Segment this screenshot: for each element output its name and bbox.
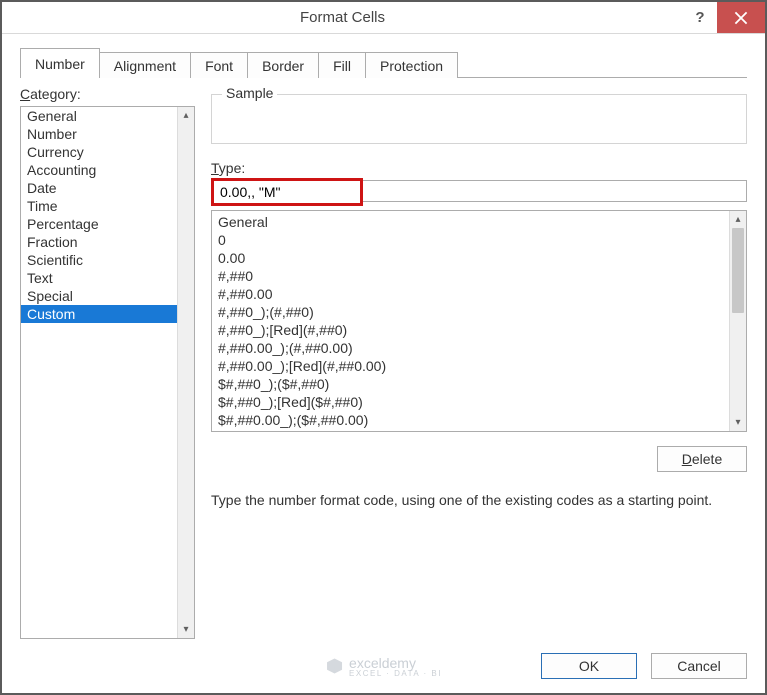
category-scrollbar[interactable]: ▴ ▾ bbox=[177, 107, 194, 638]
category-item-special[interactable]: Special bbox=[21, 287, 177, 305]
category-item-currency[interactable]: Currency bbox=[21, 143, 177, 161]
category-item-time[interactable]: Time bbox=[21, 197, 177, 215]
watermark: exceldemy EXCEL · DATA · BI bbox=[325, 655, 442, 678]
dialog-footer: exceldemy EXCEL · DATA · BI OK Cancel bbox=[2, 639, 765, 693]
format-code-item[interactable]: $#,##0_);[Red]($#,##0) bbox=[218, 393, 723, 411]
category-item-text[interactable]: Text bbox=[21, 269, 177, 287]
category-item-general[interactable]: General bbox=[21, 107, 177, 125]
sample-legend: Sample bbox=[222, 85, 277, 101]
tab-font[interactable]: Font bbox=[190, 52, 248, 78]
sample-value bbox=[212, 95, 746, 107]
window-title: Format Cells bbox=[2, 2, 683, 33]
tab-border[interactable]: Border bbox=[247, 52, 319, 78]
tab-strip: NumberAlignmentFontBorderFillProtection bbox=[20, 48, 747, 78]
format-code-listbox[interactable]: General00.00#,##0#,##0.00#,##0_);(#,##0)… bbox=[211, 210, 747, 432]
dialog-body: NumberAlignmentFontBorderFillProtection … bbox=[2, 34, 765, 639]
format-code-item[interactable]: $#,##0_);($#,##0) bbox=[218, 375, 723, 393]
type-label: Type: bbox=[211, 160, 747, 176]
scroll-up-icon[interactable]: ▴ bbox=[730, 211, 746, 228]
type-input-row bbox=[211, 177, 747, 206]
category-column: Category: GeneralNumberCurrencyAccountin… bbox=[20, 84, 195, 639]
scroll-down-icon[interactable]: ▾ bbox=[178, 621, 194, 638]
type-input-highlight bbox=[211, 178, 363, 206]
scrollbar-thumb[interactable] bbox=[732, 228, 744, 313]
cube-icon bbox=[325, 657, 343, 675]
watermark-sub: EXCEL · DATA · BI bbox=[349, 669, 442, 678]
format-code-item[interactable]: #,##0.00_);(#,##0.00) bbox=[218, 339, 723, 357]
format-code-item[interactable]: #,##0 bbox=[218, 267, 723, 285]
close-button[interactable] bbox=[717, 2, 765, 33]
category-label: Category: bbox=[20, 84, 195, 104]
category-item-fraction[interactable]: Fraction bbox=[21, 233, 177, 251]
category-item-percentage[interactable]: Percentage bbox=[21, 215, 177, 233]
titlebar: Format Cells ? bbox=[2, 2, 765, 34]
ok-button[interactable]: OK bbox=[541, 653, 637, 679]
tab-number[interactable]: Number bbox=[20, 48, 100, 78]
close-icon bbox=[734, 11, 748, 25]
tab-alignment[interactable]: Alignment bbox=[99, 52, 191, 78]
cancel-button[interactable]: Cancel bbox=[651, 653, 747, 679]
format-code-item[interactable]: #,##0.00_);[Red](#,##0.00) bbox=[218, 357, 723, 375]
help-button[interactable]: ? bbox=[683, 2, 717, 33]
tab-protection[interactable]: Protection bbox=[365, 52, 458, 78]
scroll-down-icon[interactable]: ▾ bbox=[730, 414, 746, 431]
format-code-item[interactable]: General bbox=[218, 213, 723, 231]
number-tab-content: Category: GeneralNumberCurrencyAccountin… bbox=[20, 78, 747, 639]
category-item-date[interactable]: Date bbox=[21, 179, 177, 197]
category-listbox[interactable]: GeneralNumberCurrencyAccountingDateTimeP… bbox=[20, 106, 195, 639]
delete-row: Delete bbox=[211, 446, 747, 472]
category-item-accounting[interactable]: Accounting bbox=[21, 161, 177, 179]
delete-button[interactable]: Delete bbox=[657, 446, 747, 472]
format-code-item[interactable]: $#,##0.00_);($#,##0.00) bbox=[218, 411, 723, 429]
format-scrollbar[interactable]: ▴ ▾ bbox=[729, 211, 746, 431]
sample-group: Sample bbox=[211, 94, 747, 144]
category-item-number[interactable]: Number bbox=[21, 125, 177, 143]
format-hint-text: Type the number format code, using one o… bbox=[211, 492, 747, 508]
format-cells-dialog: Format Cells ? NumberAlignmentFontBorder… bbox=[0, 0, 767, 695]
titlebar-controls: ? bbox=[683, 2, 765, 33]
format-code-item[interactable]: #,##0_);(#,##0) bbox=[218, 303, 723, 321]
format-code-item[interactable]: #,##0.00 bbox=[218, 285, 723, 303]
category-item-custom[interactable]: Custom bbox=[21, 305, 177, 323]
format-code-item[interactable]: #,##0_);[Red](#,##0) bbox=[218, 321, 723, 339]
tab-fill[interactable]: Fill bbox=[318, 52, 366, 78]
format-details-column: Sample Type: General00.00#,##0#,##0.00#,… bbox=[211, 84, 747, 639]
type-input[interactable] bbox=[214, 181, 360, 203]
scroll-up-icon[interactable]: ▴ bbox=[178, 107, 194, 124]
format-code-item[interactable]: 0.00 bbox=[218, 249, 723, 267]
category-item-scientific[interactable]: Scientific bbox=[21, 251, 177, 269]
format-code-item[interactable]: 0 bbox=[218, 231, 723, 249]
type-input-extension[interactable] bbox=[363, 180, 747, 202]
